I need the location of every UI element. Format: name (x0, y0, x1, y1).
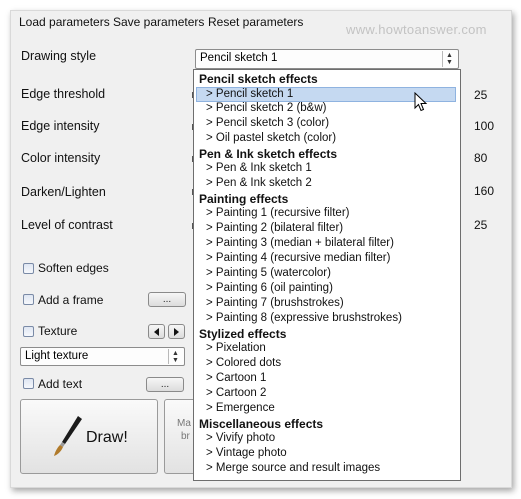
spin-arrows-icon[interactable]: ▲ ▼ (168, 349, 182, 364)
make-brush-line1: Ma (177, 418, 191, 429)
list-item-painting-7[interactable]: > Painting 7 (brushstrokes) (206, 297, 344, 309)
menu-reset-parameters[interactable]: Reset parameters (208, 15, 303, 29)
param-value-edge-threshold: 25 (474, 88, 488, 102)
list-item-painting-6[interactable]: > Painting 6 (oil painting) (206, 282, 333, 294)
list-item-painting-5[interactable]: > Painting 5 (watercolor) (206, 267, 331, 279)
drawing-style-select[interactable]: Pencil sketch 1 ▲ ▼ (195, 49, 459, 69)
param-label-level-of-contrast: Level of contrast (21, 218, 113, 232)
draw-button[interactable]: Draw! (20, 399, 158, 474)
mouse-pointer-icon (414, 92, 428, 112)
param-value-color-intensity: 80 (474, 151, 488, 165)
list-item-pen-ink-sketch-1[interactable]: > Pen & Ink sketch 1 (206, 162, 312, 174)
texture-select-value: Light texture (25, 350, 89, 362)
add-text-checkbox[interactable] (23, 378, 34, 389)
list-item-painting-4[interactable]: > Painting 4 (recursive median filter) (206, 252, 390, 264)
group-pencil-sketch-effects: Pencil sketch effects (199, 72, 318, 86)
add-frame-checkbox[interactable] (23, 294, 34, 305)
list-item-painting-2[interactable]: > Painting 2 (bilateral filter) (206, 222, 343, 234)
frame-options-button[interactable]: ... (148, 292, 186, 307)
param-value-darken-lighten: 160 (474, 184, 495, 198)
drawing-style-value: Pencil sketch 1 (200, 52, 278, 64)
group-stylized-effects: Stylized effects (199, 327, 287, 341)
list-item-pencil-sketch-3[interactable]: > Pencil sketch 3 (color) (206, 117, 329, 129)
list-item-emergence[interactable]: > Emergence (206, 402, 275, 414)
group-pen-ink-sketch-effects: Pen & Ink sketch effects (199, 147, 338, 161)
drawing-style-label: Drawing style (21, 49, 97, 63)
list-item-cartoon-2[interactable]: > Cartoon 2 (206, 387, 266, 399)
list-item-pen-ink-sketch-2[interactable]: > Pen & Ink sketch 2 (206, 177, 312, 189)
text-options-button[interactable]: ... (146, 377, 184, 392)
menu-load-parameters[interactable]: Load parameters (19, 15, 110, 29)
draw-button-label: Draw! (86, 429, 128, 446)
list-item-merge-images[interactable]: > Merge source and result images (206, 462, 380, 474)
list-item-painting-3[interactable]: > Painting 3 (median + bilateral filter) (206, 237, 394, 249)
param-value-edge-intensity: 100 (474, 119, 495, 133)
group-miscellaneous-effects: Miscellaneous effects (199, 417, 324, 431)
list-item-pixelation[interactable]: > Pixelation (206, 342, 266, 354)
texture-checkbox[interactable] (23, 326, 34, 337)
triangle-right-icon (174, 327, 179, 336)
list-item-painting-1[interactable]: > Painting 1 (recursive filter) (206, 207, 350, 219)
paintbrush-icon (54, 416, 82, 456)
spin-arrows-icon[interactable]: ▲ ▼ (442, 51, 456, 67)
texture-next-button[interactable] (168, 324, 185, 339)
param-label-edge-intensity: Edge intensity (21, 119, 100, 133)
menu-save-parameters[interactable]: Save parameters (113, 15, 204, 29)
texture-label: Texture (38, 324, 78, 338)
watermark: www.howtoanswer.com (346, 22, 487, 37)
list-item-vivify-photo[interactable]: > Vivify photo (206, 432, 275, 444)
texture-prev-button[interactable] (148, 324, 165, 339)
list-item-painting-8[interactable]: > Painting 8 (expressive brushstrokes) (206, 312, 402, 324)
list-item-vintage-photo[interactable]: > Vintage photo (206, 447, 287, 459)
add-text-label: Add text (38, 377, 83, 391)
param-value-level-of-contrast: 25 (474, 218, 488, 232)
soften-edges-checkbox[interactable] (23, 263, 34, 274)
add-frame-label: Add a frame (38, 293, 104, 307)
param-label-color-intensity: Color intensity (21, 151, 101, 165)
param-label-edge-threshold: Edge threshold (21, 87, 106, 101)
list-item-cartoon-1[interactable]: > Cartoon 1 (206, 372, 266, 384)
list-item-pencil-sketch-2[interactable]: > Pencil sketch 2 (b&w) (206, 102, 326, 114)
triangle-left-icon (154, 327, 159, 336)
param-label-darken-lighten: Darken/Lighten (21, 185, 106, 199)
list-item-colored-dots[interactable]: > Colored dots (206, 357, 281, 369)
list-item-oil-pastel-sketch[interactable]: > Oil pastel sketch (color) (206, 132, 336, 144)
make-brush-line2: br (181, 431, 190, 442)
drawing-style-dropdown-list: Pencil sketch effects > Pencil sketch 1 … (193, 69, 461, 481)
soften-edges-label: Soften edges (38, 261, 109, 275)
texture-select[interactable]: Light texture ▲ ▼ (20, 347, 185, 366)
group-painting-effects: Painting effects (199, 192, 289, 206)
